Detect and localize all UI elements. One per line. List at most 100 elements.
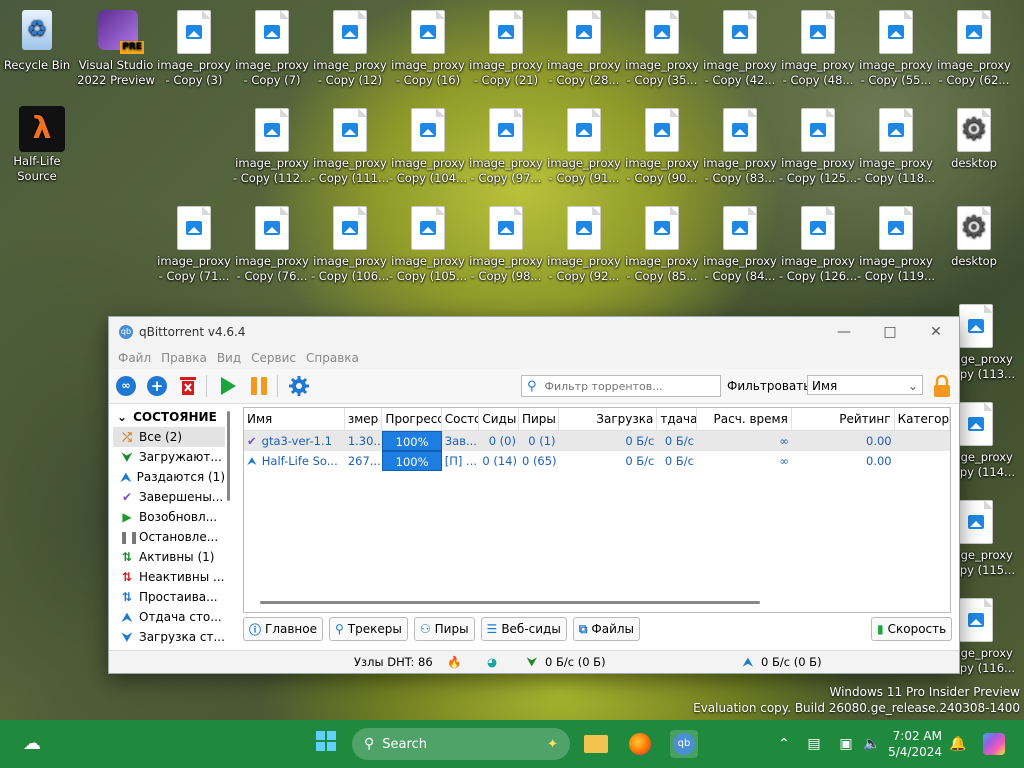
sidebar-header[interactable]: ⌄ СОСТОЯНИЕ bbox=[113, 407, 225, 427]
col-header-state[interactable]: Состс bbox=[442, 408, 480, 430]
desktop-icon-image-proxy[interactable]: image_proxy - Copy (126... bbox=[778, 196, 858, 284]
file-explorer-icon[interactable] bbox=[582, 730, 610, 758]
desktop-icon-image-proxy[interactable]: image_proxy - Copy (7) bbox=[232, 0, 312, 88]
table-row[interactable]: ⮝ Half-Life So... 267.... 100% [П] ... 0 (14)… bbox=[244, 451, 950, 471]
desktop-icon-vs[interactable]: PRE Visual Studio 2022 Preview bbox=[76, 0, 156, 88]
desktop-icon-gear[interactable]: ⚙ desktop bbox=[934, 196, 1014, 269]
col-header-upload[interactable]: тдача bbox=[657, 408, 697, 430]
desktop-icon-image-proxy[interactable]: image_proxy - Copy (42... bbox=[700, 0, 780, 88]
col-header-eta[interactable]: Расч. время bbox=[697, 408, 792, 430]
desktop-icon-image-proxy[interactable]: image_proxy - Copy (91... bbox=[544, 98, 624, 186]
menu-tools[interactable]: Сервис bbox=[246, 351, 301, 365]
qbittorrent-taskbar-icon[interactable]: qb bbox=[670, 730, 698, 758]
desktop-icon-image-proxy[interactable]: image_proxy - Copy (111... bbox=[310, 98, 390, 186]
sidebar-status-item[interactable]: ⮟ Загрузка ст... bbox=[113, 627, 225, 645]
menu-edit[interactable]: Правка bbox=[156, 351, 212, 365]
desktop-icon-image-proxy[interactable]: image_proxy - Copy (104... bbox=[388, 98, 468, 186]
minimize-button[interactable]: — bbox=[821, 317, 867, 347]
pause-button[interactable] bbox=[245, 372, 273, 400]
menu-view[interactable]: Вид bbox=[212, 351, 246, 365]
sidebar-status-item[interactable]: ⮝ Раздаются (1) bbox=[113, 467, 225, 487]
sidebar-status-item[interactable]: ⮝ Отдача сто... bbox=[113, 607, 225, 627]
desktop-icon-image-proxy[interactable]: image_proxy - Copy (3) bbox=[154, 0, 234, 88]
col-header-progress[interactable]: Прогресс bbox=[382, 408, 442, 430]
desktop-icon-image-proxy[interactable]: image_proxy - Copy (92... bbox=[544, 196, 624, 284]
sidebar-status-item[interactable]: ⇅ Простаива... bbox=[113, 587, 225, 607]
desktop-icon-image-proxy[interactable]: image_proxy - Copy (125... bbox=[778, 98, 858, 186]
tab-trackers[interactable]: ⚲ Трекеры bbox=[329, 617, 408, 641]
tab-files[interactable]: ⧉ Файлы bbox=[572, 617, 641, 641]
desktop-icon-image-proxy[interactable]: image_proxy - Copy (62... bbox=[934, 0, 1014, 88]
desktop-icon-image-proxy[interactable]: image_proxy - Copy (71... bbox=[154, 196, 234, 284]
clock[interactable]: 7:02 AM 5/4/2024 bbox=[886, 728, 942, 760]
desktop-icon-image-proxy[interactable]: image_proxy - Copy (119... bbox=[856, 196, 936, 284]
network-icon[interactable]: ▤ bbox=[800, 730, 828, 758]
table-row[interactable]: ✔ gta3-ver-1.1 1.30... 100% Зав... 0 (0) 0 (1)… bbox=[244, 431, 950, 451]
desktop-icon-image-proxy[interactable]: image_proxy - Copy (85... bbox=[622, 196, 702, 284]
menu-file[interactable]: Файл bbox=[113, 351, 156, 365]
chevron-up-icon[interactable]: ⌃ bbox=[770, 730, 798, 758]
table-horizontal-scrollbar[interactable] bbox=[260, 601, 760, 604]
add-torrent-button[interactable]: + bbox=[143, 372, 171, 400]
options-button[interactable] bbox=[285, 372, 313, 400]
desktop-icon-image-proxy[interactable]: image_proxy - Copy (84... bbox=[700, 196, 780, 284]
desktop-icon-image-proxy[interactable]: image_proxy - Copy (16) bbox=[388, 0, 468, 88]
desktop-icon-image-proxy[interactable]: image_proxy - Copy (90... bbox=[622, 98, 702, 186]
sidebar-status-item[interactable]: ⇅ Неактивны ... bbox=[113, 567, 225, 587]
desktop-icon-image-proxy[interactable]: image_proxy - Copy (12) bbox=[310, 0, 390, 88]
col-header-peers[interactable]: Пиры bbox=[519, 408, 559, 430]
filter-by-select[interactable]: Имя ⌄ bbox=[807, 375, 923, 395]
sidebar-status-item[interactable]: ⮟ Загружают... bbox=[113, 447, 225, 467]
col-header-category[interactable]: Категори bbox=[895, 408, 950, 430]
desktop-icon-image-proxy[interactable]: image_proxy - Copy (21) bbox=[466, 0, 546, 88]
sidebar-status-item[interactable]: ⇅ Активны (1) bbox=[113, 547, 225, 567]
desktop-icon-image-proxy[interactable]: image_proxy - Copy (28... bbox=[544, 0, 624, 88]
desktop-icon-image-proxy[interactable]: image_proxy - Copy (97... bbox=[466, 98, 546, 186]
title-bar[interactable]: qb qBittorrent v4.6.4 — □ ✕ bbox=[109, 317, 959, 347]
desktop-icon-image-proxy[interactable]: image_proxy - Copy (112... bbox=[232, 98, 312, 186]
desktop-icon-image-proxy[interactable]: image_proxy - Copy (76... bbox=[232, 196, 312, 284]
sidebar-status-item[interactable]: ▶ Возобновл... bbox=[113, 507, 225, 527]
taskbar-search[interactable]: ⚲ Search ✦ bbox=[352, 728, 570, 760]
tab-general[interactable]: ⓘ Главное bbox=[243, 617, 323, 641]
desktop-icon-image-proxy[interactable]: image_proxy - Copy (48... bbox=[778, 0, 858, 88]
copilot-pre-icon[interactable] bbox=[980, 730, 1008, 758]
speed-button[interactable]: ▮ Скорость bbox=[871, 617, 953, 641]
lock-button[interactable] bbox=[931, 374, 953, 397]
col-header-download[interactable]: Загрузка bbox=[559, 408, 658, 430]
sidebar-status-item[interactable]: ❚❚ Остановле... bbox=[113, 527, 225, 547]
maximize-button[interactable]: □ bbox=[867, 317, 913, 347]
tab-webseeds[interactable]: ☰ Веб-сиды bbox=[480, 617, 567, 641]
desktop-icon-gear[interactable]: ⚙ desktop bbox=[934, 98, 1014, 171]
volume-icon[interactable]: 🔈 bbox=[858, 730, 886, 758]
resume-button[interactable] bbox=[214, 372, 242, 400]
desktop-icon-image-proxy[interactable]: image_proxy - Copy (105... bbox=[388, 196, 468, 284]
add-link-button[interactable]: ∞ bbox=[112, 372, 140, 400]
torrent-filter-field[interactable]: ⚲ bbox=[521, 375, 721, 397]
close-button[interactable]: ✕ bbox=[913, 317, 959, 347]
desktop-icon-image-proxy[interactable]: image_proxy - Copy (106... bbox=[310, 196, 390, 284]
sidebar-status-item[interactable]: ⤮ Все (2) bbox=[113, 427, 225, 447]
torrent-filter-input[interactable] bbox=[542, 378, 720, 394]
desktop-icon-image-proxy[interactable]: image_proxy - Copy (98... bbox=[466, 196, 546, 284]
menu-help[interactable]: Справка bbox=[301, 351, 364, 365]
sidebar-status-item[interactable]: ✔ Завершены... bbox=[113, 487, 225, 507]
desktop-icon-hl[interactable]: λ Half-Life Source bbox=[0, 98, 77, 184]
firefox-icon[interactable] bbox=[626, 730, 654, 758]
col-header-seeds[interactable]: Сиды bbox=[479, 408, 519, 430]
col-header-ratio[interactable]: Рейтинг bbox=[792, 408, 895, 430]
desktop-icon-image-proxy[interactable]: image_proxy - Copy (35... bbox=[622, 0, 702, 88]
desktop-icon-image-proxy[interactable]: image_proxy - Copy (83... bbox=[700, 98, 780, 186]
desktop-icon-image-proxy[interactable]: image_proxy - Copy (55... bbox=[856, 0, 936, 88]
col-header-size[interactable]: змер bbox=[345, 408, 383, 430]
notification-bell-icon[interactable]: 🔔 bbox=[944, 730, 972, 758]
desktop-icon-recycle[interactable]: ♻ Recycle Bin bbox=[0, 0, 77, 73]
weather-icon[interactable]: ☁ bbox=[18, 730, 46, 758]
display-icon[interactable]: ▣ bbox=[832, 730, 860, 758]
sidebar-scrollbar[interactable] bbox=[227, 411, 230, 501]
tab-peers[interactable]: ⚇ Пиры bbox=[413, 617, 475, 641]
start-button[interactable] bbox=[312, 730, 340, 758]
desktop-icon-image-proxy[interactable]: image_proxy - Copy (118... bbox=[856, 98, 936, 186]
col-header-name[interactable]: Имя bbox=[244, 408, 345, 430]
remove-torrent-button[interactable] bbox=[174, 372, 202, 400]
